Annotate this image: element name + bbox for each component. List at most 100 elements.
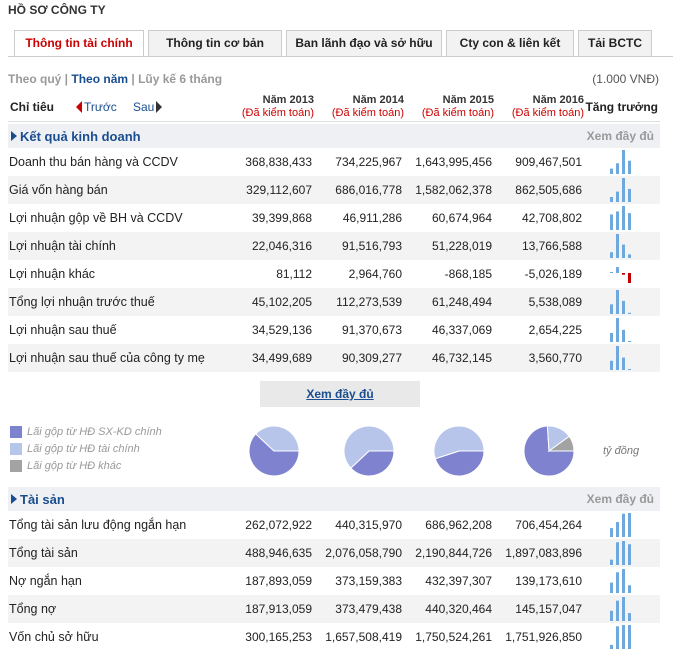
sparkline-bar — [616, 626, 619, 649]
tab-basic-info[interactable]: Thông tin cơ bản — [148, 30, 282, 56]
sparkline-bar — [622, 541, 625, 565]
sparkline-bar — [628, 625, 631, 649]
value-cell: 51,228,019 — [431, 239, 492, 253]
next-label: Sau — [133, 100, 155, 114]
value-cell: 112,273,539 — [336, 295, 402, 309]
value-cell: -5,026,189 — [524, 267, 582, 281]
view-all-button[interactable]: Xem đầy đủ — [260, 381, 420, 407]
sparkline-bar — [622, 513, 625, 537]
value-cell: 373,159,383 — [335, 574, 402, 588]
next-button[interactable]: Sau — [133, 100, 163, 114]
table-row: Tổng tài sản 488,946,635 2,076,058,790 2,19… — [8, 539, 660, 567]
value-cell: 432,397,307 — [425, 574, 492, 588]
section-arrow-icon — [11, 131, 17, 141]
profit-pie-chart — [433, 425, 485, 477]
row-label: Lợi nhuận gộp về BH và CCDV — [9, 211, 183, 225]
value-cell: 91,370,673 — [341, 323, 402, 337]
sparkline-bar — [616, 346, 619, 370]
period-year-link[interactable]: Theo năm — [71, 72, 128, 86]
table-header: Chỉ tiêu Trước Sau Năm 2013 (Đã kiểm toán… — [8, 92, 660, 122]
section-arrow-icon — [11, 494, 17, 504]
view-all-link[interactable]: Xem đầy đủ — [587, 129, 654, 143]
sparkline-bar — [610, 214, 613, 230]
value-cell: 440,315,970 — [335, 518, 402, 532]
growth-sparkline — [610, 178, 631, 202]
row-label: Tổng lợi nhuận trước thuế — [9, 295, 155, 309]
legend-item: Lãi gộp từ HĐ khác — [10, 459, 162, 476]
growth-sparkline — [610, 569, 631, 593]
table-row: Lợi nhuận gộp về BH và CCDV 39,399,868 46,… — [8, 204, 660, 232]
tab-divider — [8, 56, 673, 57]
value-cell: 145,157,047 — [515, 602, 582, 616]
legend-swatch — [10, 460, 22, 472]
value-cell: 1,582,062,378 — [415, 183, 492, 197]
value-cell: 81,112 — [276, 267, 312, 281]
sparkline-bar — [628, 369, 631, 370]
sparkline-bar — [610, 582, 613, 593]
year-header: Năm 2014 (Đã kiểm toán) — [312, 94, 404, 120]
row-label: Doanh thu bán hàng và CCDV — [9, 155, 178, 169]
value-cell: 1,750,524,261 — [415, 630, 492, 644]
sparkline-bar — [616, 600, 619, 621]
value-cell: 329,112,607 — [246, 183, 312, 197]
sparkline-bar — [628, 585, 631, 593]
period-quarter-link[interactable]: Theo quý — [8, 72, 61, 86]
value-cell: 1,751,926,850 — [505, 630, 582, 644]
view-all-link[interactable]: Xem đầy đủ — [587, 492, 654, 506]
growth-sparkline — [610, 541, 631, 565]
sparkline-bar — [622, 178, 625, 202]
sparkline-bar — [610, 332, 613, 342]
value-cell: 5,538,089 — [528, 295, 582, 309]
growth-sparkline — [610, 150, 631, 174]
year-label: Năm 2014 — [352, 94, 404, 106]
prev-button[interactable]: Trước — [76, 100, 117, 114]
value-cell: 686,962,208 — [425, 518, 492, 532]
sparkline-bar — [628, 188, 631, 202]
profit-pie-chart — [343, 425, 395, 477]
period-separator: | — [61, 72, 72, 86]
audited-label: (Đã kiểm toán) — [421, 107, 494, 119]
tab-management-ownership[interactable]: Ban lãnh đạo và sở hữu — [286, 30, 442, 56]
legend-item: Lãi gộp từ HĐ SX-KD chính — [10, 425, 162, 442]
prev-label: Trước — [84, 100, 117, 114]
value-cell: 1,643,995,456 — [415, 155, 492, 169]
value-cell: 45,102,205 — [251, 295, 312, 309]
tab-subsidiaries[interactable]: Cty con & liên kết — [446, 30, 574, 56]
value-cell: 734,225,967 — [335, 155, 402, 169]
value-cell: 373,479,438 — [335, 602, 402, 616]
tab-financial-info[interactable]: Thông tin tài chính — [14, 30, 144, 57]
sparkline-bar — [622, 329, 625, 342]
row-label: Giá vốn hàng bán — [9, 183, 108, 197]
value-cell: 2,964,760 — [348, 267, 402, 281]
value-cell: -868,185 — [444, 267, 492, 281]
tab-download-reports[interactable]: Tải BCTC — [578, 30, 652, 56]
value-cell: 34,499,689 — [251, 351, 312, 365]
value-cell: 2,190,844,726 — [415, 546, 492, 560]
table-row: Vốn chủ sở hữu 300,165,253 1,657,508,419 1,… — [8, 623, 660, 651]
table-row: Tổng lợi nhuận trước thuế 45,102,205 112,2… — [8, 288, 660, 316]
period-separator: | — [128, 72, 139, 86]
audited-label: (Đã kiểm toán) — [511, 107, 584, 119]
legend-label: Lãi gộp từ HĐ khác — [27, 460, 122, 472]
year-label: Năm 2015 — [442, 94, 494, 106]
row-label: Vốn chủ sở hữu — [9, 630, 99, 644]
sparkline-bar — [610, 360, 613, 370]
row-label: Tổng tài sản — [9, 546, 78, 560]
pie-unit-label: tỷ đồng — [603, 445, 640, 457]
triangle-left-icon — [76, 101, 82, 113]
growth-sparkline — [610, 346, 631, 370]
sparkline-bar — [622, 244, 625, 258]
sparkline-bar — [628, 312, 631, 314]
sparkline-bar — [622, 357, 625, 370]
value-cell: 862,505,686 — [515, 183, 582, 197]
sparkline-bar — [616, 267, 619, 273]
legend-swatch — [10, 443, 22, 455]
table-row: Giá vốn hàng bán 329,112,607 686,016,778 1,… — [8, 176, 660, 204]
legend-item: Lãi gộp từ HĐ tài chính — [10, 442, 162, 459]
value-cell: 2,654,225 — [528, 323, 582, 337]
section-title: Tài sản — [20, 492, 65, 507]
sparkline-bar — [610, 610, 613, 621]
period-cumulative-link[interactable]: Lũy kế 6 tháng — [138, 72, 222, 86]
profit-pie-chart — [248, 425, 300, 477]
row-label: Tổng tài sản lưu động ngắn hạn — [9, 518, 187, 532]
